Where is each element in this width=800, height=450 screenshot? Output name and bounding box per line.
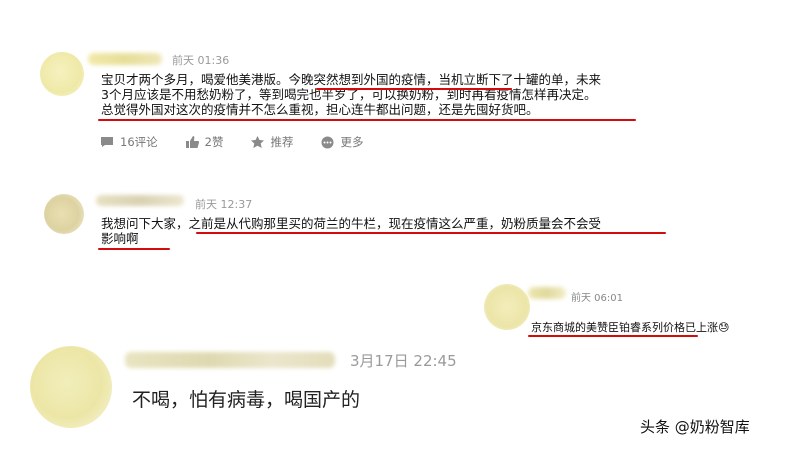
comment-time: 3月17日 22:45: [350, 352, 457, 370]
comment-time: 前天 12:37: [195, 198, 253, 211]
avatar[interactable]: [30, 346, 112, 428]
avatar[interactable]: [44, 194, 84, 234]
username[interactable]: [88, 53, 162, 65]
username[interactable]: [96, 195, 184, 206]
watermark: 头条 @奶粉智库: [640, 418, 750, 436]
comment-text: 京东商城的美赞臣铂睿系列价格已上涨😓: [531, 319, 729, 335]
comment-text: 宝贝才两个多月，喝爱他美港版。今晚突然想到外国的疫情，当机立断下了十罐的单，未来…: [101, 72, 721, 117]
comment-count-button[interactable]: 16评论: [100, 134, 158, 150]
recommend-label: 推荐: [270, 135, 294, 149]
username[interactable]: [528, 287, 566, 299]
comment-line: 总觉得外国对这次的疫情并不怎么重视，担心连牛都出问题，还是先囤好货吧。: [101, 102, 539, 117]
comment-time: 前天 06:01: [571, 293, 623, 304]
comment-icon: [101, 137, 113, 147]
recommend-button[interactable]: 推荐: [251, 134, 293, 150]
avatar[interactable]: [484, 284, 530, 330]
highlight-underline: [196, 232, 666, 234]
comment-line: 我想问下大家，之前是从代购那里买的荷兰的牛栏，现在疫情这么严重，奶粉质量会不会受: [101, 216, 602, 231]
avatar[interactable]: [40, 52, 84, 96]
highlight-underline: [528, 335, 698, 337]
thumbs-up-icon: [185, 136, 199, 148]
more-label: 更多: [340, 135, 364, 149]
comment-line: 京东商城的美赞臣铂睿系列价格已上涨: [531, 321, 718, 334]
star-icon: [251, 136, 265, 148]
comment-text: 不喝，怕有病毒，喝国产的: [132, 385, 360, 412]
comment-text: 我想问下大家，之前是从代购那里买的荷兰的牛栏，现在疫情这么严重，奶粉质量会不会受…: [101, 216, 721, 246]
highlight-underline: [316, 88, 512, 90]
comment-actions: 16评论 2赞 推荐 更多: [100, 134, 391, 150]
sweat-emoji-icon: 😓: [718, 321, 730, 334]
comment-count: 16评论: [120, 135, 158, 149]
highlight-underline: [98, 248, 170, 250]
highlight-underline: [98, 119, 636, 121]
more-icon: [321, 136, 334, 148]
more-button[interactable]: 更多: [321, 134, 363, 150]
comment-line: 不喝，怕有病毒，喝国产的: [132, 389, 361, 411]
username[interactable]: [125, 352, 335, 368]
comment-time: 前天 01:36: [172, 54, 230, 67]
like-count: 2赞: [204, 135, 224, 149]
like-button[interactable]: 2赞: [185, 134, 224, 150]
comment-line: 宝贝才两个多月，喝爱他美港版。今晚突然想到外国的疫情，当机立断下了十罐的单，未来: [101, 72, 602, 87]
